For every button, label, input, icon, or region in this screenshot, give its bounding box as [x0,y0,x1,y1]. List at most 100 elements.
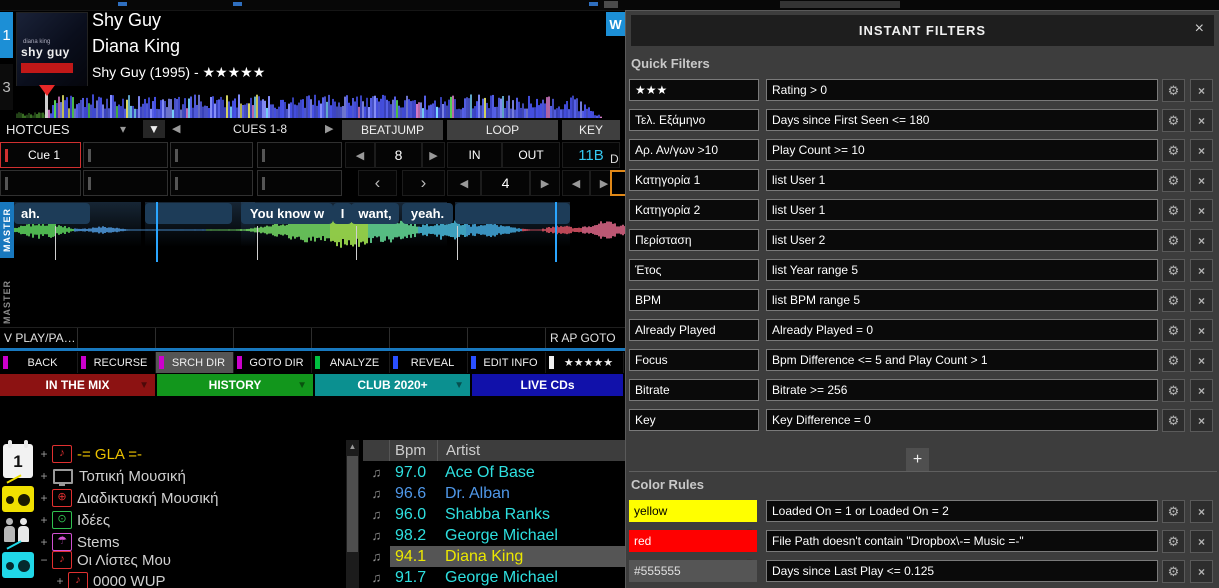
color-rule-input[interactable]: File Path doesn't contain "Dropbox\-= Mu… [766,530,1158,552]
cues-prev-icon[interactable]: ◀ [172,122,180,135]
filter-rule-input[interactable]: list BPM range 5 [766,289,1158,311]
filter-rule-input[interactable]: Play Count >= 10 [766,139,1158,161]
filter-remove-button[interactable]: × [1190,259,1213,282]
filter-gear-button[interactable]: ⚙ [1162,139,1185,162]
color-rule-input[interactable]: Loaded On = 1 or Loaded On = 2 [766,500,1158,522]
folder-item-5[interactable]: −♪Οι Λίστες Μου [38,549,171,571]
filter-rule-input[interactable]: list Year range 5 [766,259,1158,281]
filter-rule-input[interactable]: Bpm Difference <= 5 and Play Count > 1 [766,349,1158,371]
panel-close-icon[interactable]: × [1195,20,1204,38]
color-rule-remove-button[interactable]: × [1190,530,1213,553]
filter-remove-button[interactable]: × [1190,379,1213,402]
expander-icon[interactable]: + [38,491,50,505]
beatjump-next-button[interactable]: › [402,170,445,196]
track-row-4[interactable]: ♫94.1Diana King [363,546,625,567]
filter-remove-button[interactable]: × [1190,229,1213,252]
loop-double-icon[interactable]: ▶ [530,170,560,196]
browser-button--[interactable]: ★★★★★ [546,352,624,373]
radio-cyan-icon[interactable] [2,552,34,578]
expander-icon[interactable]: + [54,574,66,588]
filter-gear-button[interactable]: ⚙ [1162,289,1185,312]
track-row-3[interactable]: ♫98.2George Michael [363,525,625,546]
filter-remove-button[interactable]: × [1190,109,1213,132]
hotcue-2-button[interactable] [83,142,168,168]
key-down-icon[interactable]: ◀ [562,170,590,196]
filter-remove-button[interactable]: × [1190,349,1213,372]
deck-number-idle[interactable]: 3 [0,64,13,110]
beatjump-prev-button[interactable]: ‹ [358,170,397,196]
hotcue-6-button[interactable] [83,170,168,196]
filter-gear-button[interactable]: ⚙ [1162,349,1185,372]
hotcue-3-button[interactable] [170,142,253,168]
browser-button-srch-dir[interactable]: SRCH DIR [156,352,234,373]
filter-name-input[interactable]: Αρ. Αν/γων >10 [629,139,759,161]
filter-rule-input[interactable]: list User 1 [766,169,1158,191]
color-rule-gear-button[interactable]: ⚙ [1162,560,1185,583]
filter-name-input[interactable]: Focus [629,349,759,371]
deck-number-active[interactable]: 1 [0,12,13,58]
track-row-1[interactable]: ♫96.6Dr. Alban [363,483,625,504]
filter-rule-input[interactable]: list User 1 [766,199,1158,221]
expander-icon[interactable]: + [38,513,50,527]
track-row-0[interactable]: ♫97.0Ace Of Base [363,462,625,483]
expander-icon[interactable]: − [38,553,50,567]
track-row-2[interactable]: ♫96.0Shabba Ranks [363,504,625,525]
loop-size-value[interactable]: 4 [481,170,530,196]
filter-gear-button[interactable]: ⚙ [1162,79,1185,102]
filter-rule-input[interactable]: Key Difference = 0 [766,409,1158,431]
filter-name-input[interactable]: Κατηγορία 1 [629,169,759,191]
filter-name-input[interactable]: Key [629,409,759,431]
filter-remove-button[interactable]: × [1190,139,1213,162]
browser-button-goto-dir[interactable]: GOTO DIR [234,352,312,373]
color-rule-input[interactable]: Days since Last Play <= 0.125 [766,560,1158,582]
tab-dropdown-icon[interactable]: ▼ [139,380,149,391]
color-rule-gear-button[interactable]: ⚙ [1162,500,1185,523]
filter-name-input[interactable]: Έτος [629,259,759,281]
radio-yellow-icon[interactable] [2,486,34,512]
hotcues-dropdown-button[interactable]: ▼ [143,120,165,138]
filter-remove-button[interactable]: × [1190,289,1213,312]
filter-remove-button[interactable]: × [1190,409,1213,432]
tab-history[interactable]: HISTORY▼ [157,374,313,396]
folder-item-3[interactable]: +⊙Ιδέες [38,509,110,531]
expander-icon[interactable]: + [38,447,50,461]
color-select[interactable]: yellow▾ [629,500,757,522]
filter-remove-button[interactable]: × [1190,169,1213,192]
filter-rule-input[interactable]: list User 2 [766,229,1158,251]
tree-scrollbar[interactable]: ▲ [346,440,359,588]
expander-icon[interactable]: + [38,535,50,549]
filter-gear-button[interactable]: ⚙ [1162,409,1185,432]
folder-item-1[interactable]: +Τοπική Μουσική [38,465,186,487]
filter-name-input[interactable]: Already Played [629,319,759,341]
filter-rule-input[interactable]: Days since First Seen <= 180 [766,109,1158,131]
filter-remove-button[interactable]: × [1190,319,1213,342]
filter-gear-button[interactable]: ⚙ [1162,379,1185,402]
tab-dropdown-icon[interactable]: ▼ [297,380,307,391]
add-filter-button[interactable]: + [906,448,929,471]
color-rule-remove-button[interactable]: × [1190,500,1213,523]
hotcue-1-button[interactable]: Cue 1 [0,142,81,168]
filter-name-input[interactable]: Τελ. Εξάμηνο [629,109,759,131]
filter-gear-button[interactable]: ⚙ [1162,169,1185,192]
filter-name-input[interactable]: BPM [629,289,759,311]
calendar-icon[interactable]: 1 [3,444,33,478]
browser-button-analyze[interactable]: ANALYZE [312,352,390,373]
filter-name-input[interactable]: ★★★ [629,79,759,101]
color-rule-remove-button[interactable]: × [1190,560,1213,583]
scrollbar-thumb[interactable] [347,456,358,552]
filter-name-input[interactable]: Κατηγορία 2 [629,199,759,221]
hotcue-7-button[interactable] [170,170,253,196]
loop-half-icon[interactable]: ◀ [447,170,481,196]
folder-item-2[interactable]: +⊕Διαδικτυακή Μουσική [38,487,219,509]
color-select[interactable]: red▾ [629,530,757,552]
filter-rule-input[interactable]: Already Played = 0 [766,319,1158,341]
filter-gear-button[interactable]: ⚙ [1162,109,1185,132]
scroll-up-icon[interactable]: ▲ [346,442,359,451]
tab-dropdown-icon[interactable]: ▼ [454,380,464,391]
tab-in-the-mix[interactable]: IN THE MIX▼ [0,374,155,396]
filter-gear-button[interactable]: ⚙ [1162,229,1185,252]
loop-tab[interactable]: LOOP [447,120,558,140]
loop-in-button[interactable]: IN [447,142,502,168]
browser-button-reveal[interactable]: REVEAL [390,352,468,373]
column-artist[interactable]: Artist [438,440,625,461]
